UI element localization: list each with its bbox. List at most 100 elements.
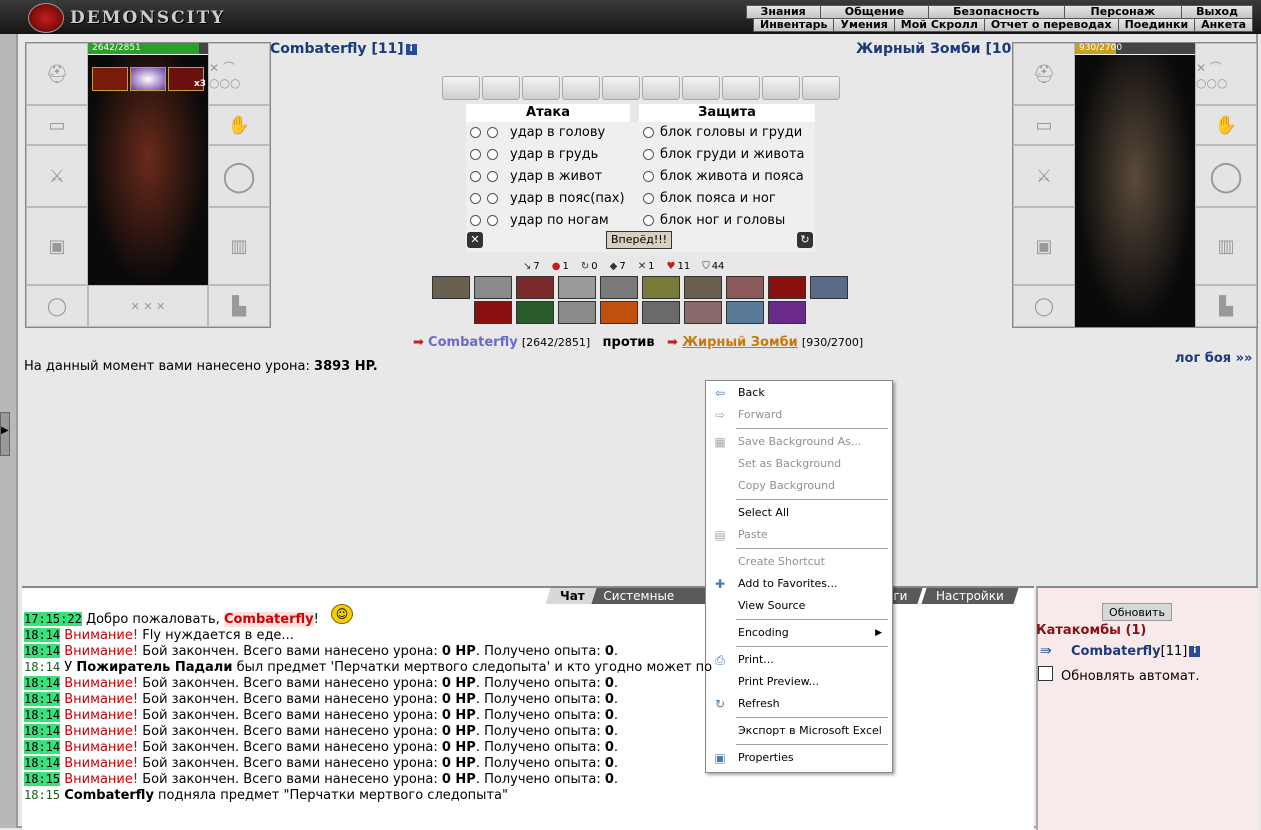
private-message-icon[interactable]: ⇛ <box>1040 643 1060 659</box>
boots-slot-icon[interactable]: ▙ <box>1195 285 1257 327</box>
weapon-slot-icon[interactable]: ⚔ <box>1013 145 1075 207</box>
menu-item-refresh[interactable]: ↻ Refresh <box>706 693 890 715</box>
attack-radio-left[interactable] <box>470 148 481 160</box>
cancel-icon[interactable]: ✕ <box>467 232 483 248</box>
amulet-slot-icon[interactable]: ✕ ⌒ ○○○ <box>208 43 270 105</box>
defense-radio[interactable] <box>643 192 654 204</box>
auto-icon[interactable]: ↻ <box>797 232 813 248</box>
shield-slot-icon[interactable]: ◯ <box>1195 145 1257 207</box>
scroll-slot-icon[interactable] <box>642 76 680 100</box>
refresh-button[interactable]: Обновить <box>1102 603 1172 621</box>
skill-icon[interactable] <box>726 276 764 299</box>
shield-slot-icon[interactable]: ◯ <box>208 145 270 207</box>
menu-item-my-scroll[interactable]: Мой Скролл <box>895 19 985 31</box>
tab-system-messages[interactable]: Системные сооб <box>591 588 719 604</box>
auto-refresh-checkbox[interactable] <box>1038 666 1053 681</box>
enemy-name-link[interactable]: Жирный Зомби [10]i <box>856 41 1031 57</box>
weapon-slot-icon[interactable]: ⚔ <box>26 145 88 207</box>
bracers-slot-icon[interactable]: ▭ <box>1013 105 1075 145</box>
online-user[interactable]: Combaterfly[11] i <box>1071 644 1201 659</box>
scroll-slot-icon[interactable] <box>762 76 800 100</box>
menu-item-security[interactable]: Безопасность <box>929 6 1065 18</box>
attack-radio-right[interactable] <box>487 192 498 204</box>
skill-icon[interactable] <box>558 301 596 324</box>
versus-enemy-name[interactable]: Жирный Зомби <box>682 335 798 350</box>
attack-radio-right[interactable] <box>487 148 498 160</box>
attack-radio-right[interactable] <box>487 170 498 182</box>
belt-slot-icon[interactable]: ◯ <box>1013 285 1075 327</box>
menu-item-back[interactable]: ⇦ Back <box>706 382 890 404</box>
skill-icon[interactable] <box>474 301 512 324</box>
info-icon[interactable]: i <box>405 44 417 55</box>
skill-icon[interactable] <box>684 301 722 324</box>
defense-radio[interactable] <box>643 170 654 182</box>
menu-item-properties[interactable]: ▣ Properties <box>706 747 890 769</box>
tab-settings[interactable]: Настройки <box>921 588 1019 604</box>
chat-text[interactable]: Combaterfly <box>223 612 314 627</box>
scroll-slot-icon[interactable] <box>562 76 600 100</box>
gloves-slot-icon[interactable]: ✋ <box>1195 105 1257 145</box>
skill-icon[interactable] <box>558 276 596 299</box>
defense-radio[interactable] <box>643 214 654 226</box>
attack-radio-left[interactable] <box>470 192 481 204</box>
attack-radio-left[interactable] <box>470 170 481 182</box>
menu-item-view-source[interactable]: View Source <box>706 595 890 617</box>
menu-item-print[interactable]: ⎙ Print... <box>706 649 890 671</box>
skill-icon[interactable] <box>768 276 806 299</box>
leggings-slot-icon[interactable]: ▥ <box>1195 207 1257 285</box>
skill-icon[interactable] <box>810 276 848 299</box>
menu-item-select-all[interactable]: Select All <box>706 502 890 524</box>
scroll-slot-icon[interactable] <box>682 76 720 100</box>
menu-item-inventory[interactable]: Инвентарь <box>754 19 835 31</box>
boots-slot-icon[interactable]: ▙ <box>208 285 270 327</box>
armor-slot-icon[interactable]: ▣ <box>1013 207 1075 285</box>
menu-item-profile[interactable]: Анкета <box>1195 19 1252 31</box>
skill-icon[interactable] <box>642 276 680 299</box>
skill-icon[interactable] <box>474 276 512 299</box>
site-logo[interactable]: DEMONSCITY <box>28 3 225 33</box>
helmet-slot-icon[interactable]: ⛑ <box>26 43 88 105</box>
scroll-slot-icon[interactable] <box>722 76 760 100</box>
skill-icon[interactable] <box>432 276 470 299</box>
menu-item-communication[interactable]: Общение <box>821 6 930 18</box>
bracers-slot-icon[interactable]: ▭ <box>26 105 88 145</box>
skill-icon[interactable] <box>726 301 764 324</box>
menu-item-add-to-favorites[interactable]: ✚ Add to Favorites... <box>706 573 890 595</box>
scroll-slot-icon[interactable] <box>602 76 640 100</box>
attack-radio-right[interactable] <box>487 126 498 138</box>
skill-icon[interactable] <box>642 301 680 324</box>
menu-item-character[interactable]: Персонаж <box>1065 6 1183 18</box>
rune-slots[interactable]: ✕ ✕ ✕ <box>88 285 208 327</box>
skill-icon[interactable] <box>516 301 554 324</box>
go-button[interactable]: Вперёд!!! <box>606 231 672 249</box>
enemy-portrait[interactable] <box>1075 55 1195 327</box>
gloves-slot-icon[interactable]: ✋ <box>208 105 270 145</box>
skill-icon[interactable] <box>684 276 722 299</box>
menu-item-skills[interactable]: Умения <box>834 19 895 31</box>
attack-radio-left[interactable] <box>470 126 481 138</box>
menu-item-exit[interactable]: Выход <box>1182 6 1252 18</box>
menu-item-battles[interactable]: Поединки <box>1119 19 1196 31</box>
defense-radio[interactable] <box>643 126 654 138</box>
versus-player-name[interactable]: Combaterfly <box>428 335 518 350</box>
belt-slot-icon[interactable]: ◯ <box>26 285 88 327</box>
defense-radio[interactable] <box>643 148 654 160</box>
skill-icon[interactable] <box>516 276 554 299</box>
menu-item-transfer-report[interactable]: Отчет о переводах <box>985 19 1119 31</box>
skill-icon[interactable] <box>768 301 806 324</box>
scroll-slot-icon[interactable] <box>802 76 840 100</box>
buff-magic-icon[interactable] <box>130 67 166 91</box>
buff-fire-icon[interactable] <box>92 67 128 91</box>
amulet-slot-icon[interactable]: ✕ ⌒ ○○○ <box>1195 43 1257 105</box>
menu-item-экспорт-в-microsoft-excel[interactable]: Экспорт в Microsoft Excel <box>706 720 890 742</box>
skill-icon[interactable] <box>600 301 638 324</box>
menu-item-print-preview[interactable]: Print Preview... <box>706 671 890 693</box>
info-icon[interactable]: i <box>1189 646 1201 657</box>
scroll-slot-icon[interactable] <box>522 76 560 100</box>
leggings-slot-icon[interactable]: ▥ <box>208 207 270 285</box>
online-user-name[interactable]: Combaterfly <box>1071 644 1161 659</box>
skill-icon[interactable] <box>600 276 638 299</box>
battle-log-link[interactable]: лог боя »» <box>1175 351 1252 366</box>
scroll-slot-icon[interactable] <box>442 76 480 100</box>
armor-slot-icon[interactable]: ▣ <box>26 207 88 285</box>
